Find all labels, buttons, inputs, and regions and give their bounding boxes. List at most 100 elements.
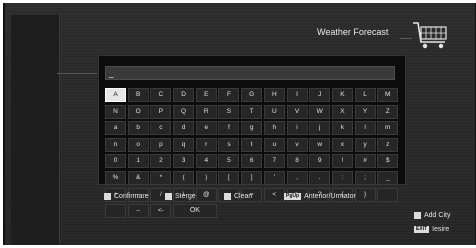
keyboard-key[interactable]: E (195, 88, 217, 102)
keyboard-key[interactable]: ( (173, 170, 195, 185)
keyboard-key[interactable]: w (309, 137, 331, 152)
keyboard-key[interactable]: < (263, 187, 285, 202)
keyboard-key[interactable]: c (150, 121, 172, 136)
keyboard-key[interactable]: F (218, 88, 240, 102)
keyboard-key[interactable]: 3 (173, 154, 195, 169)
keyboard-key[interactable]: % (105, 170, 126, 185)
delete-label: Sterge (175, 192, 196, 200)
keyboard-key[interactable]: @ (195, 187, 217, 202)
keyboard-key[interactable]: : (331, 170, 353, 185)
keyboard-key[interactable]: h (263, 121, 285, 136)
keyboard-key[interactable]: s (218, 137, 240, 152)
add-city-option[interactable]: Add City (414, 210, 450, 220)
divider-line (57, 73, 97, 74)
keyboard-key[interactable]: , (286, 170, 308, 185)
keyboard-key[interactable]: B (127, 88, 149, 102)
keyboard-key[interactable]: 4 (195, 154, 217, 169)
keyboard-key[interactable]: k (331, 121, 353, 136)
keyboard-key[interactable]: . (309, 170, 331, 185)
keyboard-key[interactable]: 7 (263, 154, 285, 169)
keyboard-key[interactable]: ' (263, 170, 285, 185)
legend-page: PgUp Anterior/Urmator (284, 191, 356, 201)
keyboard-key[interactable]: <- (150, 204, 172, 219)
keyboard-key[interactable]: M (377, 88, 399, 102)
keyboard-key[interactable] (377, 187, 399, 202)
keyboard-key[interactable]: } (354, 187, 376, 202)
keyboard-key[interactable]: r (195, 137, 217, 152)
keyboard-key[interactable]: 2 (150, 154, 172, 169)
keyboard-key[interactable]: Y (354, 104, 376, 119)
keyboard-key[interactable]: G (241, 88, 263, 102)
legend-clean: Clean (224, 191, 252, 201)
keyboard-key[interactable]: – (127, 204, 149, 219)
keyboard-key[interactable]: J (309, 88, 331, 102)
page-button-icon: PgUp (284, 192, 302, 200)
keyboard-key[interactable]: O (127, 104, 149, 119)
keyboard-key[interactable]: n (105, 137, 126, 152)
keyboard-key[interactable]: A (105, 88, 126, 102)
keyboard-key[interactable]: 1 (127, 154, 149, 169)
keyboard-key[interactable]: a (105, 121, 126, 136)
keyboard-key[interactable]: x (331, 137, 353, 152)
keyboard-key[interactable]: D (173, 88, 195, 102)
exit-option[interactable]: EXIT Iesire (414, 224, 449, 234)
add-city-label: Add City (424, 211, 451, 219)
keyboard-key[interactable]: ; (354, 170, 376, 185)
keyboard-key[interactable]: ! (331, 154, 353, 169)
keyboard-key[interactable]: d (173, 121, 195, 136)
keyboard-key[interactable]: K (331, 88, 353, 102)
keyboard-key[interactable]: W (309, 104, 331, 119)
keyboard-key[interactable]: Q (173, 104, 195, 119)
keyboard-key[interactable]: ) (195, 170, 217, 185)
keyboard-key[interactable]: t (241, 137, 263, 152)
keyboard-key[interactable]: p (150, 137, 172, 152)
keyboard-key[interactable]: * (150, 170, 172, 185)
keyboard-key[interactable]: X (331, 104, 353, 119)
page-label: Anterior/Urmator (304, 192, 356, 200)
keyboard-key[interactable]: 5 (218, 154, 240, 169)
keyboard-key[interactable]: OK (173, 204, 217, 219)
keyboard-key[interactable]: 0 (105, 154, 126, 169)
keyboard-key[interactable]: S (218, 104, 240, 119)
keyboard-key[interactable]: Z (377, 104, 399, 119)
keyboard-key[interactable]: y (354, 137, 376, 152)
keyboard-key[interactable]: [ (218, 170, 240, 185)
keyboard-key[interactable]: C (150, 88, 172, 102)
keyboard-key[interactable]: j (309, 121, 331, 136)
keyboard-key[interactable]: i (286, 121, 308, 136)
keyboard-key[interactable]: q (173, 137, 195, 152)
keyboard-key[interactable]: _ (377, 170, 399, 185)
keyboard-key[interactable]: b (127, 121, 149, 136)
keyboard-key[interactable]: & (127, 170, 149, 185)
keyboard-key[interactable]: 6 (241, 154, 263, 169)
keyboard-key[interactable]: l (354, 121, 376, 136)
confirm-label: Confirmare (114, 192, 149, 200)
keyboard-key[interactable]: m (377, 121, 399, 136)
keyboard-key[interactable]: $ (377, 154, 399, 169)
keyboard-key[interactable] (105, 204, 126, 219)
keyboard-key[interactable]: v (286, 137, 308, 152)
keyboard-key[interactable]: ] (241, 170, 263, 185)
keyboard-key[interactable]: T (241, 104, 263, 119)
keyboard-key[interactable]: u (263, 137, 285, 152)
keyboard-key[interactable]: L (354, 88, 376, 102)
keyboard-key[interactable]: e (195, 121, 217, 136)
keyboard-key[interactable]: N (105, 104, 126, 119)
keyboard-key[interactable]: I (286, 88, 308, 102)
text-input[interactable]: _ (105, 66, 395, 80)
keyboard-key[interactable]: U (263, 104, 285, 119)
keyboard-key[interactable]: 8 (286, 154, 308, 169)
keyboard-key[interactable]: H (263, 88, 285, 102)
keyboard-key[interactable]: o (127, 137, 149, 152)
keyboard-key[interactable]: P (150, 104, 172, 119)
white-square-icon (104, 192, 111, 200)
keyboard-key[interactable]: R (195, 104, 217, 119)
divider-line (400, 38, 412, 39)
keyboard-key[interactable]: z (377, 137, 399, 152)
keyboard-key[interactable]: 9 (309, 154, 331, 169)
keyboard-key[interactable]: g (241, 121, 263, 136)
keyboard-key[interactable]: V (286, 104, 308, 119)
keyboard-key[interactable]: f (218, 121, 240, 136)
keyboard-key[interactable]: # (354, 154, 376, 169)
exit-label: Iesire (432, 225, 450, 233)
